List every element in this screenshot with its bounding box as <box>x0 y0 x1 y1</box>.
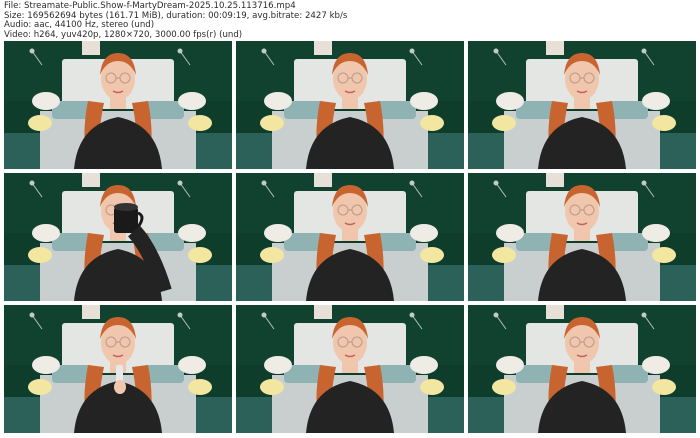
video-thumbnail <box>4 305 232 433</box>
video-thumbnail <box>236 173 464 301</box>
file-info-header: File: Streamate-Public.Show-f-MartyDream… <box>4 1 347 40</box>
video-thumbnail <box>236 305 464 433</box>
video-info-line: Video: h264, yuv420p, 1280×720, 3000.00 … <box>4 29 243 40</box>
video-thumbnail <box>468 41 696 169</box>
thumbnail-grid <box>4 41 696 433</box>
video-thumbnail <box>4 173 232 301</box>
video-thumbnail <box>236 41 464 169</box>
video-thumbnail <box>4 41 232 169</box>
video-thumbnail <box>468 305 696 433</box>
video-thumbnail <box>468 173 696 301</box>
